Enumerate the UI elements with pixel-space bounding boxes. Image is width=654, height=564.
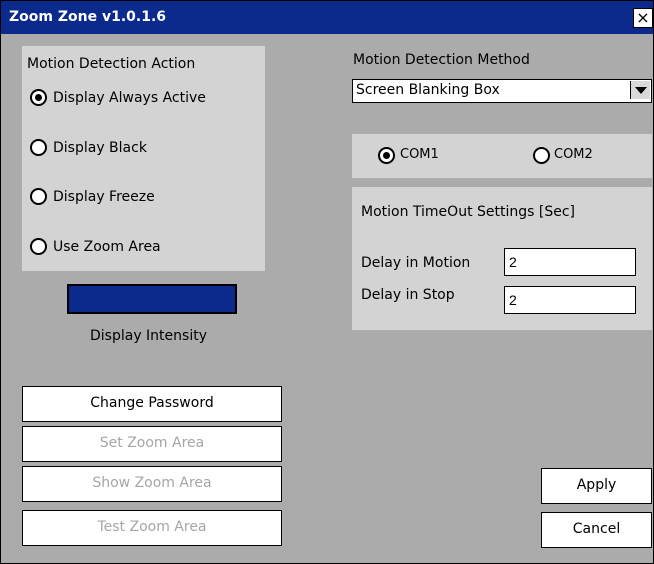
close-button[interactable]: × [633,8,653,28]
cancel-button[interactable]: Cancel [541,512,652,548]
radio-label: Display Freeze [53,189,155,205]
radio-indicator[interactable] [30,238,47,255]
chevron-down-icon[interactable] [630,81,650,99]
motion-action-heading: Motion Detection Action [27,56,196,72]
radio-label: COM2 [554,147,593,162]
title-bar: Zoom Zone v1.0.1.6 × [1,1,653,34]
detection-method-label: Motion Detection Method [353,52,530,68]
delay-stop-label: Delay in Stop [361,287,455,303]
radio-label: Display Black [53,140,147,156]
delay-stop-input[interactable] [504,286,636,314]
timeout-heading: Motion TimeOut Settings [Sec] [361,204,575,220]
radio-indicator[interactable] [30,139,47,156]
com-port-panel: COM1 COM2 [352,134,652,178]
delay-motion-input[interactable] [504,248,636,276]
radio-indicator[interactable] [533,147,550,164]
close-icon: × [636,8,650,27]
test-zoom-area-button[interactable]: Test Zoom Area [22,510,282,546]
timeout-settings-panel: Motion TimeOut Settings [Sec] Delay in M… [352,187,652,330]
detection-method-dropdown[interactable]: Screen Blanking Box [352,79,652,103]
radio-indicator[interactable] [30,188,47,205]
radio-indicator[interactable] [378,147,395,164]
window-title: Zoom Zone v1.0.1.6 [9,9,167,25]
display-intensity-bar[interactable] [67,284,237,314]
set-zoom-area-button[interactable]: Set Zoom Area [22,426,282,462]
app-window: Zoom Zone v1.0.1.6 × Motion Detection Ac… [0,0,654,564]
change-password-button[interactable]: Change Password [22,386,282,422]
display-intensity-label: Display Intensity [90,328,207,344]
apply-button[interactable]: Apply [541,468,652,504]
client-area: Motion Detection Action Display Always A… [1,34,653,563]
radio-indicator[interactable] [30,89,47,106]
delay-motion-label: Delay in Motion [361,255,471,271]
dropdown-value: Screen Blanking Box [356,82,500,98]
motion-action-panel: Motion Detection Action Display Always A… [22,46,265,271]
radio-label: COM1 [400,147,439,162]
radio-label: Display Always Active [53,90,206,106]
show-zoom-area-button[interactable]: Show Zoom Area [22,466,282,502]
radio-label: Use Zoom Area [53,239,161,255]
